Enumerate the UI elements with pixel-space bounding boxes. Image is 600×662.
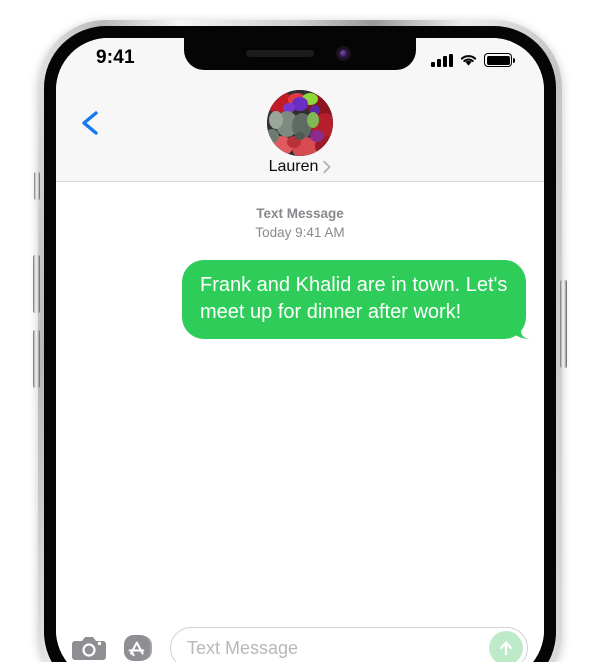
volume-down-button[interactable] bbox=[33, 330, 40, 388]
message-input-bar: Text Message bbox=[56, 614, 544, 662]
contact-name: Lauren bbox=[268, 158, 319, 175]
status-bar-time: 9:41 bbox=[96, 47, 135, 68]
status-bar-indicators bbox=[431, 51, 515, 67]
volume-up-button[interactable] bbox=[33, 255, 40, 313]
conversation-header: Lauren bbox=[56, 82, 544, 182]
message-text: Frank and Khalid are in town. Let's meet… bbox=[200, 274, 508, 323]
avatar[interactable] bbox=[267, 90, 333, 156]
earpiece-speaker bbox=[246, 50, 314, 57]
app-store-icon[interactable] bbox=[119, 633, 157, 662]
screenshot-root: 9:41 Lauren Text Message Today 9:41 AM F… bbox=[0, 0, 600, 662]
send-button[interactable] bbox=[489, 631, 523, 662]
cellular-signal-icon bbox=[431, 54, 453, 67]
back-chevron-icon[interactable] bbox=[74, 106, 108, 140]
message-row: Frank and Khalid are in town. Let's meet… bbox=[56, 260, 544, 339]
front-camera-icon bbox=[336, 46, 351, 61]
message-timestamp: Today 9:41 AM bbox=[255, 225, 345, 240]
device-notch bbox=[184, 38, 416, 70]
chevron-right-icon bbox=[323, 160, 331, 174]
message-meta: Text Message Today 9:41 AM bbox=[56, 204, 544, 242]
avatar-image bbox=[267, 90, 333, 156]
message-list[interactable]: Text Message Today 9:41 AM Frank and Kha… bbox=[56, 182, 544, 614]
contact-detail-link[interactable]: Lauren bbox=[269, 158, 332, 176]
camera-icon[interactable] bbox=[72, 634, 106, 662]
message-input-placeholder: Text Message bbox=[187, 637, 299, 658]
power-button[interactable] bbox=[560, 280, 567, 368]
mute-switch[interactable] bbox=[34, 172, 40, 200]
message-bubble-outgoing[interactable]: Frank and Khalid are in town. Let's meet… bbox=[182, 260, 530, 339]
send-arrow-up-icon bbox=[500, 641, 512, 656]
service-label: Text Message bbox=[256, 206, 344, 221]
wifi-icon bbox=[460, 55, 477, 66]
phone-screen: 9:41 Lauren Text Message Today 9:41 AM F… bbox=[56, 38, 544, 662]
battery-icon bbox=[484, 53, 515, 67]
bubble-tail bbox=[511, 317, 533, 339]
message-input-field[interactable]: Text Message bbox=[170, 627, 528, 662]
